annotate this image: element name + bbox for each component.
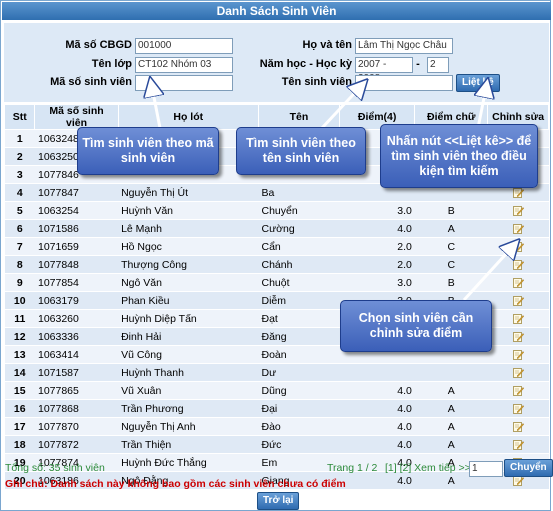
callout-edit-hint: Chọn sinh viên cần chỉnh sửa điểm bbox=[340, 300, 492, 352]
callout-list-hint-text: Nhấn nút <<Liệt kê>> để tìm sinh viên th… bbox=[386, 133, 532, 178]
arrow-edit bbox=[462, 243, 516, 302]
callout-edit-hint-text: Chọn sinh viên cần chỉnh sửa điểm bbox=[358, 311, 474, 340]
callout-by-id: Tìm sinh viên theo mã sinh viên bbox=[77, 127, 219, 175]
callout-arrows bbox=[0, 0, 553, 302]
arrow-by-name bbox=[320, 83, 364, 130]
callout-list-hint: Nhấn nút <<Liệt kê>> để tìm sinh viên th… bbox=[380, 124, 538, 188]
callout-by-name: Tìm sinh viên theo tên sinh viên bbox=[236, 127, 366, 175]
callout-by-name-text: Tìm sinh viên theo tên sinh viên bbox=[246, 136, 356, 165]
arrow-list bbox=[478, 83, 487, 129]
arrow-by-id bbox=[151, 82, 160, 129]
callout-by-id-text: Tìm sinh viên theo mã sinh viên bbox=[82, 136, 214, 165]
